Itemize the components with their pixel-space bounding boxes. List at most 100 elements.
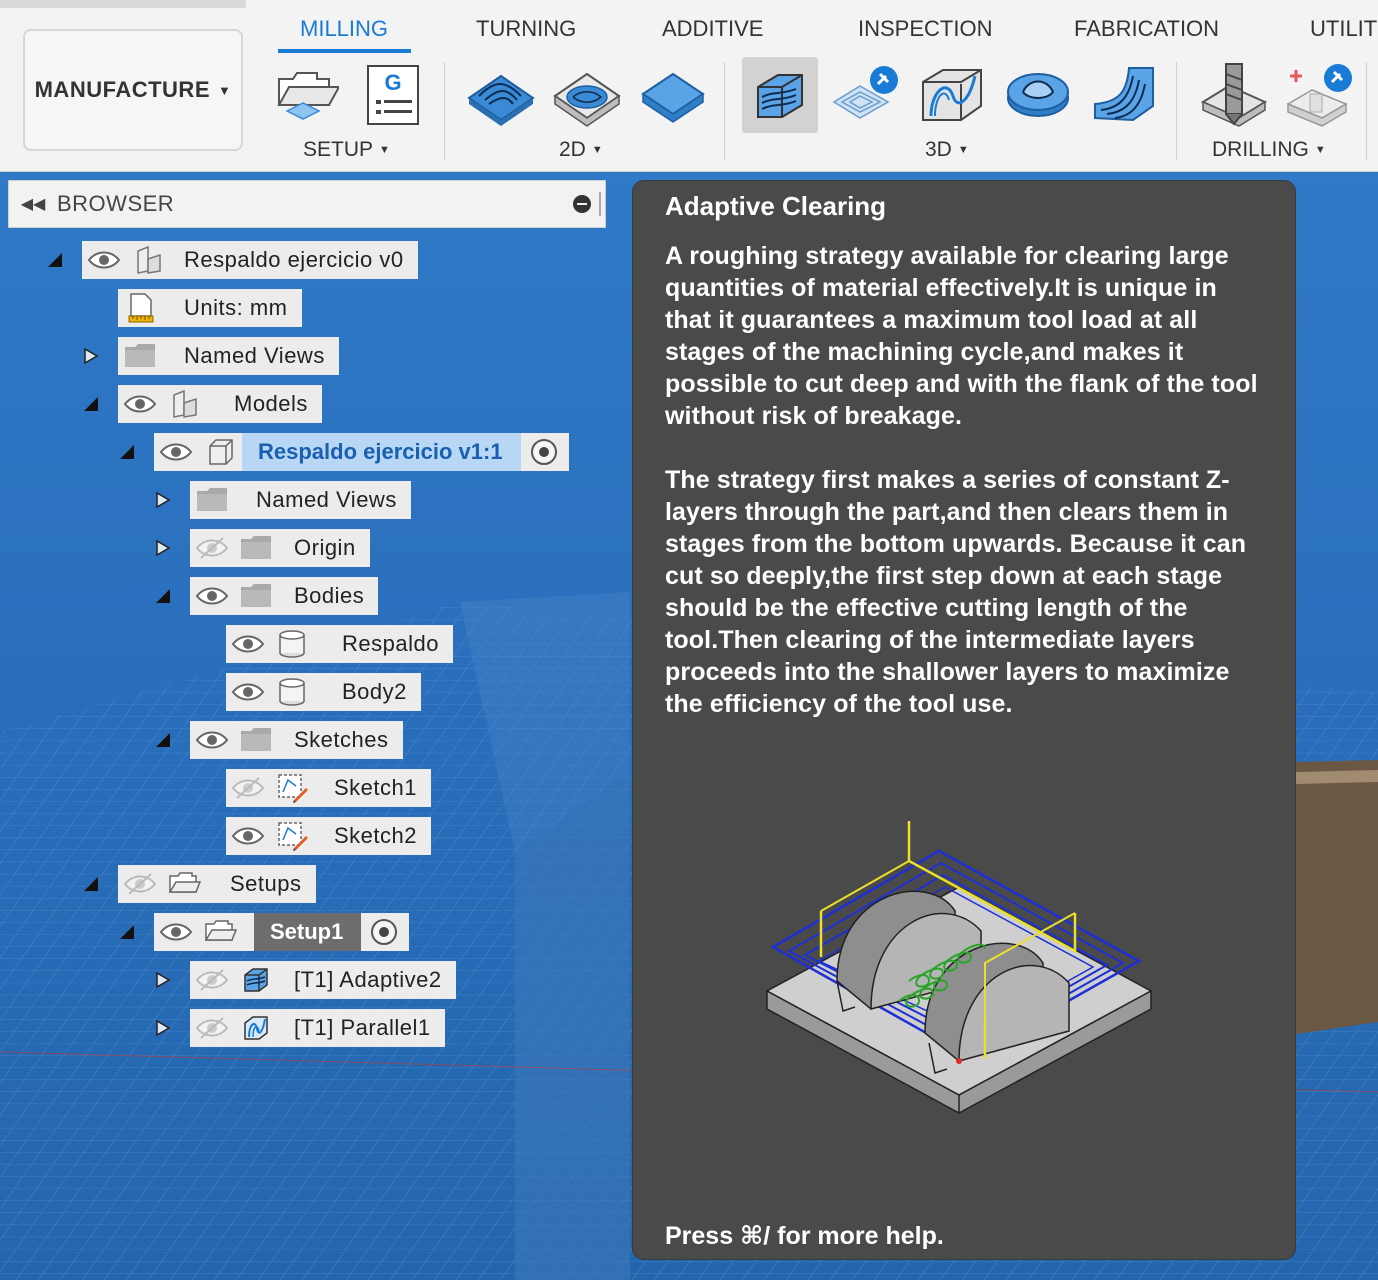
tree-item-document[interactable]: Respaldo ejercicio v0 bbox=[82, 241, 418, 279]
tree-expand-icon[interactable] bbox=[82, 395, 100, 413]
eye-icon[interactable] bbox=[82, 241, 126, 279]
tab-inspection[interactable]: INSPECTION bbox=[858, 16, 992, 42]
operation-adaptive-icon bbox=[234, 961, 278, 999]
tab-turning[interactable]: TURNING bbox=[476, 16, 576, 42]
eye-icon[interactable] bbox=[190, 577, 234, 615]
adaptive-clearing-icon bbox=[757, 74, 803, 118]
tree-item-body-respaldo[interactable]: Respaldo bbox=[226, 625, 453, 663]
tree-item-setups[interactable]: Setups bbox=[118, 865, 316, 903]
tree-expand-icon[interactable] bbox=[118, 443, 136, 461]
tree-expand-icon[interactable] bbox=[82, 875, 100, 893]
tab-milling[interactable]: MILLING bbox=[300, 16, 388, 42]
2d-adaptive-icon bbox=[467, 74, 535, 126]
eye-hidden-icon[interactable] bbox=[190, 1009, 234, 1047]
tree-item-operation-adaptive[interactable]: [T1] Adaptive2 bbox=[190, 961, 456, 999]
eye-icon[interactable] bbox=[154, 913, 198, 951]
tree-item-operation-parallel[interactable]: [T1] Parallel1 bbox=[190, 1009, 445, 1047]
2d-group-label: 2D bbox=[559, 138, 586, 161]
chevron-down-icon: ▼ bbox=[957, 144, 969, 156]
setup-folder-icon bbox=[162, 865, 206, 903]
minimize-browser-icon[interactable] bbox=[573, 195, 591, 213]
tree-item-origin[interactable]: Origin bbox=[190, 529, 370, 567]
chevron-down-icon: ▼ bbox=[591, 144, 603, 156]
2d-pocket-icon bbox=[553, 72, 621, 127]
tree-collapsed-icon[interactable] bbox=[154, 1019, 172, 1037]
activate-radio[interactable] bbox=[530, 439, 557, 465]
tree-item-component[interactable]: Respaldo ejercicio v1:1 bbox=[154, 433, 569, 471]
2d-group-dropdown[interactable]: 2D ▼ bbox=[559, 138, 603, 162]
folder-icon bbox=[234, 529, 278, 567]
browser-header: ◀◀ BROWSER bbox=[8, 180, 606, 228]
eye-hidden-icon[interactable] bbox=[190, 961, 234, 999]
3d-scallop-button[interactable] bbox=[1086, 57, 1162, 133]
steep-shallow-icon bbox=[1007, 73, 1069, 117]
g-code-glyph: G bbox=[384, 70, 401, 95]
body-box-icon bbox=[198, 433, 242, 471]
tree-item-sketch2[interactable]: Sketch2 bbox=[226, 817, 431, 855]
tree-collapsed-icon[interactable] bbox=[154, 491, 172, 509]
setup-folder-icon bbox=[198, 913, 242, 951]
activate-radio[interactable] bbox=[371, 919, 398, 945]
tab-utilities[interactable]: UTILIT bbox=[1310, 16, 1377, 42]
workspace-switcher[interactable]: MANUFACTURE ▼ bbox=[23, 29, 243, 151]
3d-contour-button[interactable] bbox=[914, 57, 990, 133]
tree-collapsed-icon[interactable] bbox=[154, 539, 172, 557]
chevron-down-icon: ▼ bbox=[379, 144, 390, 156]
tab-fabrication[interactable]: FABRICATION bbox=[1074, 16, 1219, 42]
tree-item-setup1[interactable]: Setup1 bbox=[154, 913, 410, 951]
tree-expand-icon[interactable] bbox=[154, 587, 172, 605]
face-button[interactable] bbox=[634, 57, 710, 133]
tooltip-adaptive-clearing: Adaptive Clearing A roughing strategy av… bbox=[632, 180, 1296, 1260]
tree-expand-icon[interactable] bbox=[118, 923, 136, 941]
tree-item-sketch1[interactable]: Sketch1 bbox=[226, 769, 431, 807]
2d-pocket-button[interactable] bbox=[548, 57, 624, 133]
tooltip-footer: Press ⌘/ for more help. bbox=[665, 1222, 944, 1250]
resize-grip-icon[interactable] bbox=[599, 192, 601, 216]
new-setup-button[interactable] bbox=[268, 57, 344, 133]
tree-expand-icon[interactable] bbox=[154, 731, 172, 749]
tree-item-label: [T1] Adaptive2 bbox=[294, 967, 442, 992]
tree-item-units[interactable]: Units: mm bbox=[118, 289, 302, 327]
tree-item-label: Sketch2 bbox=[334, 823, 417, 848]
tree-item-label: Respaldo bbox=[342, 631, 439, 656]
tree-item-body2[interactable]: Body2 bbox=[226, 673, 421, 711]
eye-hidden-icon[interactable] bbox=[190, 529, 234, 567]
eye-icon[interactable] bbox=[154, 433, 198, 471]
tree-item-models[interactable]: Models bbox=[118, 385, 322, 423]
eye-icon[interactable] bbox=[226, 817, 270, 855]
tree-expand-icon[interactable] bbox=[46, 251, 64, 269]
folder-icon bbox=[118, 337, 162, 375]
tooltip-title: Adaptive Clearing bbox=[665, 191, 887, 221]
tree-collapsed-icon[interactable] bbox=[154, 971, 172, 989]
collapse-browser-icon[interactable]: ◀◀ bbox=[9, 194, 57, 214]
tree-item-sketches[interactable]: Sketches bbox=[190, 721, 403, 759]
component-icon bbox=[162, 385, 206, 423]
folder-icon bbox=[234, 577, 278, 615]
toolbar-top-strip bbox=[0, 0, 246, 8]
eye-icon[interactable] bbox=[226, 673, 270, 711]
2d-adaptive-button[interactable] bbox=[462, 57, 538, 133]
nc-program-button[interactable]: G bbox=[354, 57, 430, 133]
eye-icon[interactable] bbox=[118, 385, 162, 423]
group-divider bbox=[1176, 62, 1177, 160]
face-icon bbox=[641, 72, 705, 123]
3d-pocket-plugin-button[interactable] bbox=[828, 57, 904, 133]
eye-icon[interactable] bbox=[226, 625, 270, 663]
drilling-group-dropdown[interactable]: DRILLING ▼ bbox=[1212, 138, 1326, 162]
drill-button[interactable] bbox=[1196, 57, 1272, 133]
eye-icon[interactable] bbox=[190, 721, 234, 759]
workspace-label: MANUFACTURE bbox=[34, 77, 210, 102]
setup-group-dropdown[interactable]: SETUP ▼ bbox=[303, 138, 390, 162]
3d-adaptive-clearing-button[interactable] bbox=[742, 57, 818, 133]
tree-item-bodies[interactable]: Bodies bbox=[190, 577, 379, 615]
tree-item-label: Respaldo ejercicio v1:1 bbox=[242, 433, 521, 471]
3d-steep-shallow-button[interactable] bbox=[1000, 57, 1076, 133]
tree-item-component-named-views[interactable]: Named Views bbox=[190, 481, 411, 519]
tree-item-named-views[interactable]: Named Views bbox=[118, 337, 339, 375]
eye-hidden-icon[interactable] bbox=[118, 865, 162, 903]
eye-hidden-icon[interactable] bbox=[226, 769, 270, 807]
tree-collapsed-icon[interactable] bbox=[82, 347, 100, 365]
tab-additive[interactable]: ADDITIVE bbox=[662, 16, 763, 42]
3d-group-dropdown[interactable]: 3D ▼ bbox=[925, 138, 969, 162]
hole-recognition-plugin-button[interactable] bbox=[1282, 57, 1358, 133]
